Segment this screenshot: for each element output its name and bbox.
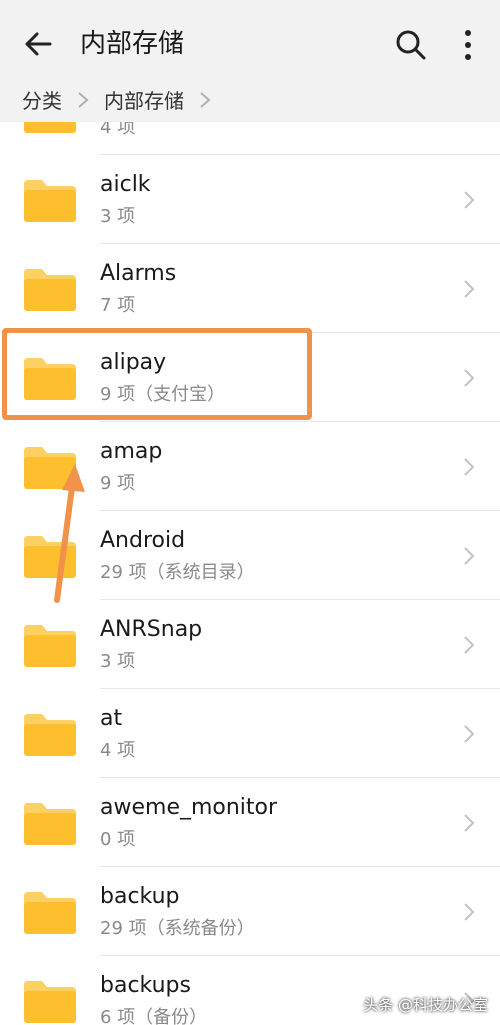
folder-icon <box>24 981 76 1023</box>
search-button[interactable] <box>394 28 428 62</box>
folder-name: backup <box>100 884 180 909</box>
chevron-right-icon <box>464 369 475 387</box>
folder-name: aiclk <box>100 172 151 197</box>
chevron-right-icon <box>464 280 475 298</box>
chevron-right-icon <box>464 725 475 743</box>
folder-item-count: 4 项 <box>100 122 136 138</box>
folder-row[interactable]: 4 项 <box>0 122 500 155</box>
folder-item-count: 29 项（系统目录） <box>100 562 255 583</box>
folder-item-count: 9 项 <box>100 473 136 494</box>
folder-row[interactable]: Alarms 7 项 <box>0 244 500 333</box>
folder-item-count: 4 项 <box>100 740 136 761</box>
chevron-right-icon <box>464 903 475 921</box>
watermark: 头条 @科技办公室 <box>363 996 488 1014</box>
folder-item-count: 3 项 <box>100 651 136 672</box>
folder-name: Alarms <box>100 261 177 286</box>
more-options-button[interactable] <box>456 28 480 62</box>
folder-row[interactable]: ANRSnap 3 项 <box>0 600 500 689</box>
folder-name: amap <box>100 439 163 464</box>
folder-row[interactable]: aweme_monitor 0 项 <box>0 778 500 867</box>
chevron-right-icon <box>464 458 475 476</box>
breadcrumb-item-category[interactable]: 分类 <box>22 88 62 114</box>
folder-row[interactable]: backup 29 项（系统备份） <box>0 867 500 956</box>
chevron-right-icon <box>464 814 475 832</box>
folder-name: Android <box>100 528 186 553</box>
folder-icon <box>24 714 76 756</box>
folder-name: backups <box>100 973 191 998</box>
more-vertical-icon <box>465 30 471 60</box>
arrow-left-icon <box>25 32 52 56</box>
folder-row[interactable]: at 4 项 <box>0 689 500 778</box>
breadcrumb-item-internal-storage[interactable]: 内部存储 <box>104 88 184 114</box>
folder-icon <box>24 803 76 845</box>
folder-name: aweme_monitor <box>100 795 278 820</box>
chevron-right-icon <box>464 547 475 565</box>
breadcrumb: 分类 内部存储 <box>0 80 500 122</box>
back-button[interactable] <box>20 26 56 62</box>
folder-icon <box>24 122 76 133</box>
folder-item-count: 3 项 <box>100 206 136 227</box>
search-icon <box>396 30 426 60</box>
folder-icon <box>24 625 76 667</box>
page-title: 内部存储 <box>80 29 185 59</box>
folder-item-count: 7 项 <box>100 295 136 316</box>
folder-item-count: 6 项（备份） <box>100 1007 208 1025</box>
highlight-box <box>2 328 312 420</box>
folder-icon <box>24 892 76 934</box>
app-bar: 内部存储 <box>0 0 500 80</box>
folder-icon <box>24 180 76 222</box>
folder-item-count: 0 项 <box>100 829 136 850</box>
chevron-right-icon <box>78 92 89 108</box>
chevron-right-icon <box>464 191 475 209</box>
chevron-right-icon <box>464 636 475 654</box>
arrow-annotation-icon <box>54 464 85 603</box>
folder-item-count: 29 项（系统备份） <box>100 918 255 939</box>
chevron-right-icon <box>200 92 211 108</box>
folder-name: ANRSnap <box>100 617 203 642</box>
folder-row[interactable]: aiclk 3 项 <box>0 155 500 244</box>
folder-icon <box>24 269 76 311</box>
folder-name: at <box>100 706 123 731</box>
